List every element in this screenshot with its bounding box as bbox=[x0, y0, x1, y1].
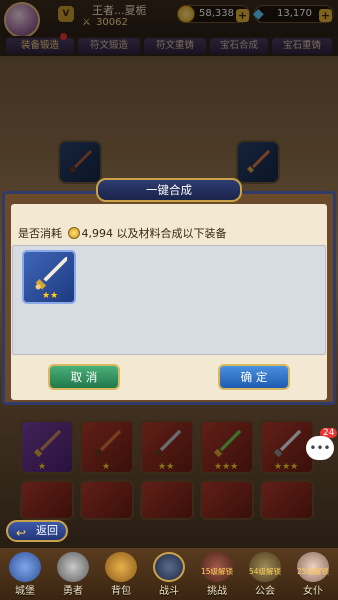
nav-label: 背包 bbox=[111, 586, 131, 597]
back-arrow-icon: ↩ bbox=[16, 526, 27, 540]
nav-label: 城堡 bbox=[15, 586, 35, 597]
castle-icon bbox=[9, 552, 41, 582]
item-stars: ★★ bbox=[42, 291, 59, 301]
result-item[interactable]: ★★ bbox=[22, 250, 76, 304]
message-suffix: 以及材料合成以下装备 bbox=[116, 227, 227, 240]
message-prefix: 是否消耗 bbox=[18, 227, 62, 240]
nav-maid[interactable]: 25级解锁女仆 bbox=[288, 550, 338, 598]
back-label: 返回 bbox=[36, 524, 58, 537]
chat-icon: ••• bbox=[309, 441, 331, 455]
unlock-ribbon: 25级解锁 bbox=[296, 567, 330, 576]
unlock-ribbon: 15级解锁 bbox=[200, 567, 234, 576]
merge-cost-message: 是否消耗 4,994 以及材料合成以下装备 bbox=[18, 225, 227, 241]
cancel-button[interactable]: 取 消 bbox=[48, 364, 120, 390]
dialog-title: 一键合成 bbox=[96, 178, 242, 202]
nav-bag[interactable]: 背包 bbox=[96, 550, 146, 598]
nav-label: 女仆 bbox=[303, 586, 323, 597]
nav-label: 公会 bbox=[255, 586, 275, 597]
nav-guild[interactable]: 54级解锁公会 bbox=[240, 550, 290, 598]
nav-castle[interactable]: 城堡 bbox=[0, 550, 50, 598]
crossed-swords-icon bbox=[153, 552, 185, 582]
nav-label: 勇者 bbox=[63, 586, 83, 597]
nav-label: 挑战 bbox=[207, 586, 227, 597]
unlock-ribbon: 54级解锁 bbox=[248, 567, 282, 576]
back-button[interactable]: ↩ 返回 bbox=[6, 520, 68, 542]
chat-button[interactable]: ••• bbox=[306, 436, 334, 460]
chest-icon bbox=[105, 552, 137, 582]
nav-challenge[interactable]: 15级解锁挑战 bbox=[192, 550, 242, 598]
confirm-button[interactable]: 确 定 bbox=[218, 364, 290, 390]
nav-label: 战斗 bbox=[159, 586, 179, 597]
sword-icon bbox=[35, 256, 68, 290]
helmet-icon bbox=[57, 552, 89, 582]
nav-heroes[interactable]: 勇者 bbox=[48, 550, 98, 598]
nav-battle[interactable]: 战斗 bbox=[144, 550, 194, 598]
gold-coin-icon bbox=[67, 227, 80, 239]
merge-cost: 4,994 bbox=[81, 227, 114, 240]
